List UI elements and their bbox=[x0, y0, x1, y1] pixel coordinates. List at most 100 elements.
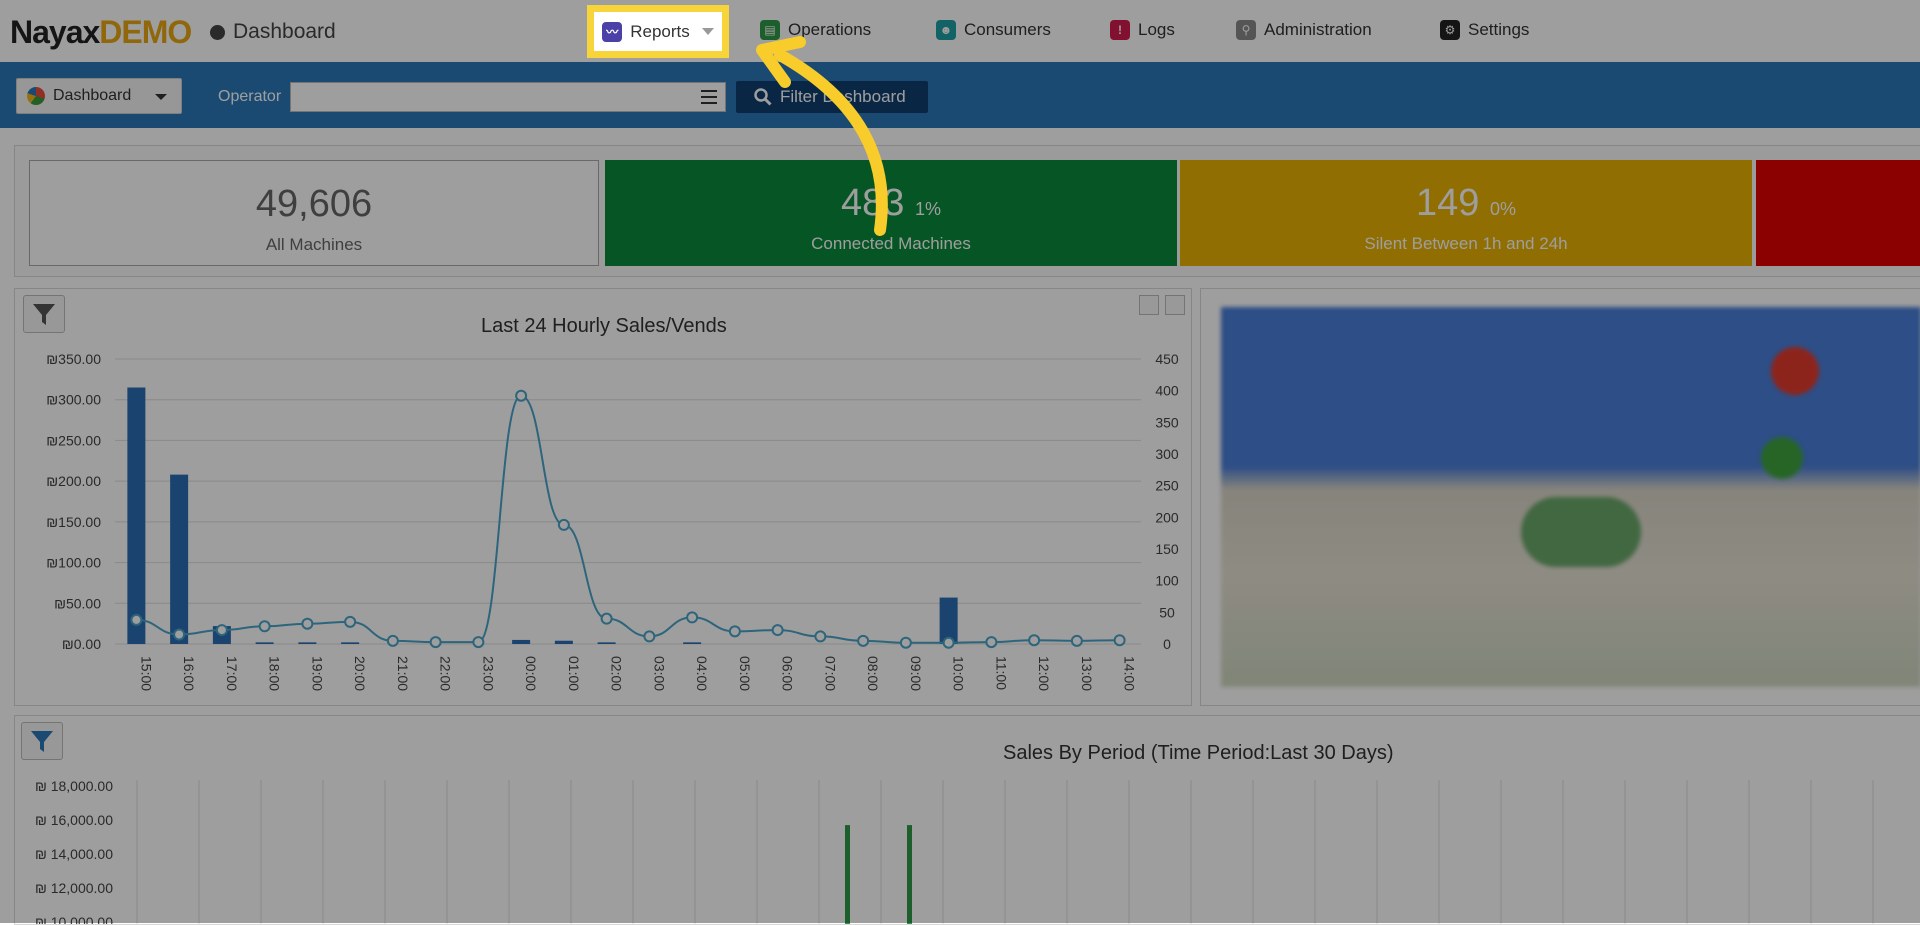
vends-point bbox=[130, 613, 143, 626]
settings-icon: ⚙ bbox=[1440, 20, 1460, 40]
nav-administration[interactable]: ⚲ Administration bbox=[1236, 20, 1372, 40]
map-marker-green[interactable] bbox=[1761, 437, 1803, 479]
vends-point bbox=[814, 630, 827, 643]
y-left-tick-label: ₪350.00 bbox=[46, 351, 101, 367]
x-tick-label: 12:00 bbox=[1036, 656, 1052, 691]
dashboard-page: NayaxDEMO Dashboard ▤ Operations ☻ Consu… bbox=[0, 0, 1920, 925]
bar bbox=[845, 825, 850, 924]
logs-icon: ! bbox=[1110, 20, 1130, 40]
y-tick-label: ₪ 14,000.00 bbox=[35, 846, 113, 862]
y-tick-label: ₪ 12,000.00 bbox=[35, 880, 113, 896]
y-right-tick-label: 350 bbox=[1155, 414, 1179, 430]
operator-input[interactable] bbox=[290, 82, 726, 112]
kpi-connected-machines[interactable]: 483 1% Connected Machines bbox=[605, 160, 1177, 266]
sales-by-period-panel: Sales By Period (Time Period:Last 30 Day… bbox=[14, 715, 1920, 925]
vends-point bbox=[942, 636, 955, 649]
logo-brand: Nayax bbox=[10, 14, 100, 50]
y-left-tick-label: ₪100.00 bbox=[46, 555, 101, 571]
kpi-label: Silent Between 1h and 24h bbox=[1364, 234, 1568, 253]
list-icon[interactable] bbox=[701, 90, 717, 104]
nav-label: Settings bbox=[1468, 20, 1530, 39]
vends-point bbox=[771, 624, 784, 637]
administration-icon: ⚲ bbox=[1236, 20, 1256, 40]
kpi-percent: 1% bbox=[914, 199, 941, 219]
vends-point bbox=[173, 628, 186, 641]
nav-settings[interactable]: ⚙ Settings bbox=[1440, 20, 1529, 40]
page-title-text: Dashboard bbox=[233, 20, 336, 43]
vends-point bbox=[899, 636, 912, 649]
logo-demo: DEMO bbox=[99, 14, 192, 50]
filter-bar: Dashboard Operator Filter Dashboard bbox=[0, 62, 1920, 128]
vends-point bbox=[1113, 634, 1126, 647]
y-right-tick-label: 400 bbox=[1155, 383, 1179, 399]
vends-point bbox=[215, 624, 228, 637]
vends-point bbox=[985, 636, 998, 649]
kpi-label: All Machines bbox=[265, 235, 363, 254]
page-title: Dashboard bbox=[210, 20, 336, 44]
pie-chart-icon bbox=[27, 87, 45, 105]
x-tick-label: 10:00 bbox=[951, 656, 967, 691]
x-tick-label: 17:00 bbox=[224, 656, 240, 691]
y-right-tick-label: 250 bbox=[1155, 478, 1179, 494]
caret-down-icon bbox=[701, 28, 714, 35]
x-tick-label: 14:00 bbox=[1122, 656, 1138, 691]
nav-operations[interactable]: ▤ Operations bbox=[760, 20, 871, 40]
vends-point bbox=[472, 636, 485, 649]
kpi-value: 483 bbox=[841, 182, 905, 224]
nav-reports[interactable]: 〰 Reports bbox=[587, 5, 729, 58]
x-tick-label: 04:00 bbox=[694, 656, 710, 691]
vends-point bbox=[1070, 634, 1083, 647]
kpi-offline-machines[interactable] bbox=[1756, 160, 1920, 266]
nav-consumers[interactable]: ☻ Consumers bbox=[936, 20, 1051, 40]
vends-point bbox=[386, 634, 399, 647]
dashboard-select[interactable]: Dashboard bbox=[16, 78, 182, 114]
x-tick-label: 11:00 bbox=[993, 656, 1009, 690]
filter-button-label: Filter Dashboard bbox=[780, 87, 906, 106]
nav-label: Operations bbox=[788, 20, 872, 39]
nav-label: Consumers bbox=[964, 20, 1051, 39]
x-tick-label: 07:00 bbox=[822, 656, 838, 691]
map-marker-red[interactable] bbox=[1771, 347, 1819, 395]
kpi-silent-machines[interactable]: 149 0% Silent Between 1h and 24h bbox=[1180, 160, 1752, 266]
bar bbox=[255, 642, 274, 644]
x-tick-label: 00:00 bbox=[523, 656, 539, 691]
x-tick-label: 08:00 bbox=[865, 656, 881, 691]
x-tick-label: 01:00 bbox=[566, 656, 582, 691]
y-right-tick-label: 450 bbox=[1155, 351, 1179, 367]
map[interactable] bbox=[1221, 307, 1920, 687]
search-icon bbox=[754, 88, 772, 106]
x-tick-label: 21:00 bbox=[395, 656, 411, 691]
bar bbox=[170, 474, 189, 644]
x-tick-label: 13:00 bbox=[1079, 656, 1095, 691]
y-left-tick-label: ₪150.00 bbox=[46, 514, 101, 530]
filter-dashboard-button[interactable]: Filter Dashboard bbox=[736, 81, 928, 113]
vends-line bbox=[136, 394, 1120, 644]
x-tick-label: 23:00 bbox=[480, 656, 496, 691]
x-tick-label: 20:00 bbox=[352, 656, 368, 691]
vends-point bbox=[686, 611, 699, 624]
dashboard-dot-icon bbox=[210, 24, 225, 40]
x-tick-label: 19:00 bbox=[309, 656, 325, 691]
kpi-value: 149 bbox=[1416, 182, 1480, 224]
kpi-label: Connected Machines bbox=[811, 234, 971, 253]
kpi-row: 49,606 All Machines 483 1% Connected Mac… bbox=[14, 145, 1920, 277]
hourly-sales-chart: ₪0.00 ₪50.00 ₪100.00 ₪150.00 ₪200.00 ₪250.00 ₪… bbox=[46, 351, 1179, 691]
x-tick-label: 05:00 bbox=[737, 656, 753, 691]
kpi-percent: 0% bbox=[1489, 199, 1516, 219]
machines-map-panel bbox=[1200, 288, 1920, 706]
bar bbox=[341, 642, 360, 644]
bar bbox=[512, 639, 531, 644]
logo[interactable]: NayaxDEMO bbox=[10, 14, 192, 51]
y-right-tick-label: 150 bbox=[1155, 541, 1179, 557]
vends-point bbox=[857, 634, 870, 647]
bar bbox=[683, 642, 702, 644]
y-tick-label: ₪ 16,000.00 bbox=[35, 812, 113, 828]
nav-logs[interactable]: ! Logs bbox=[1110, 20, 1175, 40]
vends-point bbox=[1028, 634, 1041, 647]
sales-by-period-chart: ₪ 18,000.00 ₪ 16,000.00 ₪ 14,000.00 ₪ 12,00… bbox=[35, 778, 1874, 924]
vends-point bbox=[429, 636, 442, 649]
y-left-tick-label: ₪250.00 bbox=[46, 432, 101, 448]
kpi-all-machines[interactable]: 49,606 All Machines bbox=[29, 160, 599, 266]
kpi-value-row: 483 1% bbox=[605, 182, 1177, 225]
vends-point bbox=[600, 612, 613, 625]
